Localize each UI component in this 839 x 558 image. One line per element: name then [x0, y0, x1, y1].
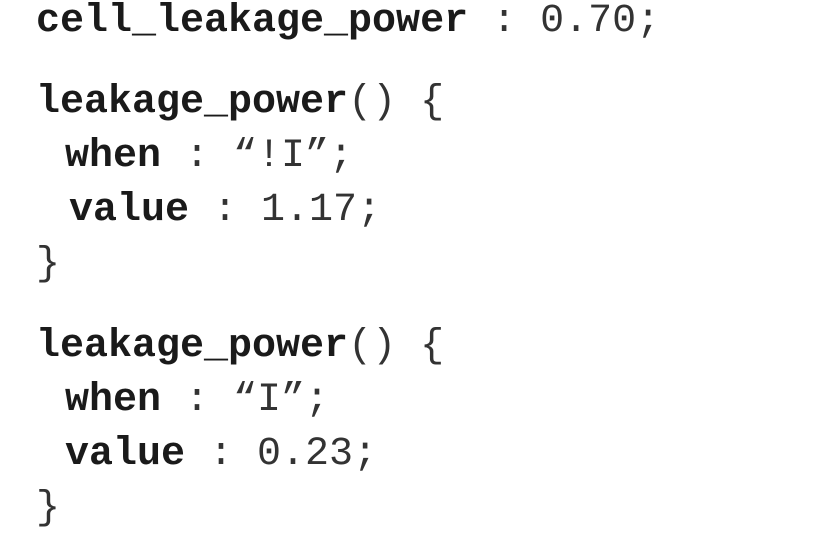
group-open: () {	[348, 80, 445, 125]
leakage-power-block-2-header: leakage_power() {	[36, 325, 444, 369]
separator: :	[468, 0, 541, 44]
code-listing: cell_leakage_power : 0.70; leakage_power…	[36, 0, 839, 558]
attribute-name: value	[69, 188, 190, 233]
closing-brace: }	[36, 486, 61, 531]
attribute-value: 0.70;	[540, 0, 661, 44]
group-name: leakage_power	[36, 80, 349, 125]
attribute-name: value	[65, 432, 186, 477]
block-2-value-line: value : 0.23;	[65, 433, 377, 477]
attribute-name: cell_leakage_power	[36, 0, 469, 44]
attribute-value: “!I”;	[233, 134, 354, 179]
block-1-value-line: value : 1.17;	[69, 189, 381, 233]
attribute-value: “I”;	[233, 378, 330, 423]
block-1-when-line: when : “!I”;	[65, 135, 353, 179]
separator: :	[161, 134, 234, 179]
separator: :	[161, 378, 234, 423]
attribute-value: 0.23;	[257, 432, 378, 477]
block-1-close: }	[36, 243, 60, 287]
separator: :	[185, 432, 258, 477]
leakage-power-block-1-header: leakage_power() {	[36, 81, 444, 125]
block-2-close: }	[36, 487, 60, 531]
separator: :	[189, 188, 262, 233]
group-name: leakage_power	[36, 324, 349, 369]
cell-leakage-power-line: cell_leakage_power : 0.70;	[36, 0, 660, 44]
attribute-name: when	[65, 378, 162, 423]
attribute-value: 1.17;	[261, 188, 382, 233]
block-2-when-line: when : “I”;	[65, 379, 329, 423]
attribute-name: when	[65, 134, 162, 179]
group-open: () {	[348, 324, 445, 369]
closing-brace: }	[36, 242, 61, 287]
